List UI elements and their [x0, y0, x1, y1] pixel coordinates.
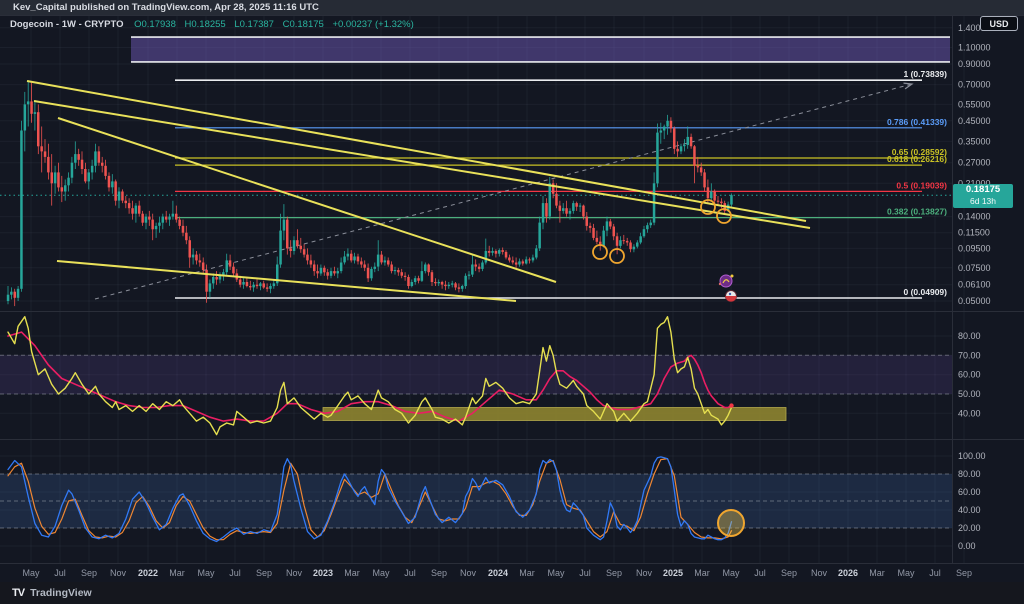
svg-text:0.09500: 0.09500 [958, 243, 991, 253]
svg-text:1.10000: 1.10000 [958, 43, 991, 53]
symbol-legend: Dogecoin - 1W - CRYPTO O0.17938 H0.18255… [10, 19, 420, 30]
last-price-badge: 0.18175 6d 13h [953, 184, 1013, 208]
ohlc-low: L0.17387 [234, 19, 274, 30]
currency-toggle-button[interactable]: USD [980, 16, 1018, 31]
svg-text:80.00: 80.00 [958, 469, 981, 479]
svg-text:0.786 (0.41339): 0.786 (0.41339) [887, 117, 947, 127]
svg-text:Sep: Sep [956, 568, 972, 578]
svg-text:Mar: Mar [694, 568, 710, 578]
svg-text:May: May [897, 568, 915, 578]
svg-text:0.07500: 0.07500 [958, 263, 991, 273]
svg-text:Sep: Sep [606, 568, 622, 578]
svg-text:0.06100: 0.06100 [958, 280, 991, 290]
svg-text:50.00: 50.00 [958, 389, 981, 399]
svg-text:0.5 (0.19039): 0.5 (0.19039) [896, 180, 947, 190]
svg-text:Nov: Nov [110, 568, 127, 578]
svg-text:100.00: 100.00 [958, 451, 986, 461]
svg-text:Jul: Jul [754, 568, 766, 578]
svg-text:May: May [197, 568, 215, 578]
svg-text:60.00: 60.00 [958, 487, 981, 497]
svg-text:May: May [722, 568, 740, 578]
svg-text:Jul: Jul [929, 568, 941, 578]
publish-note: Kev_Capital published on TradingView.com… [13, 2, 319, 13]
svg-text:0.35000: 0.35000 [958, 136, 991, 146]
svg-text:2025: 2025 [663, 568, 683, 578]
svg-text:Nov: Nov [636, 568, 653, 578]
svg-text:Mar: Mar [519, 568, 535, 578]
publish-bar: Kev_Capital published on TradingView.com… [0, 0, 1024, 15]
tradingview-logo-text[interactable]: TradingView [30, 587, 92, 599]
svg-text:Mar: Mar [869, 568, 885, 578]
ohlc-open: O0.17938 [134, 19, 176, 30]
chart-canvas[interactable]: 1 (0.73839)0.786 (0.41339)0.65 (0.28592)… [0, 0, 1024, 604]
stochastic-pane [0, 457, 952, 542]
svg-text:0.00: 0.00 [958, 541, 976, 551]
svg-text:40.00: 40.00 [958, 505, 981, 515]
svg-text:Sep: Sep [256, 568, 272, 578]
resistance-zone-box[interactable] [131, 37, 950, 62]
svg-text:May: May [372, 568, 390, 578]
svg-text:Sep: Sep [431, 568, 447, 578]
svg-text:0.382 (0.13827): 0.382 (0.13827) [887, 207, 947, 217]
svg-text:60.00: 60.00 [958, 370, 981, 380]
svg-text:Jul: Jul [404, 568, 416, 578]
svg-text:0.27000: 0.27000 [958, 158, 991, 168]
svg-text:Mar: Mar [344, 568, 360, 578]
svg-text:0.14000: 0.14000 [958, 212, 991, 222]
ohlc-close: C0.18175 [283, 19, 324, 30]
ball-sticker-icon[interactable] [726, 291, 737, 302]
svg-text:80.00: 80.00 [958, 331, 981, 341]
symbol-title[interactable]: Dogecoin - 1W - CRYPTO [10, 19, 123, 30]
svg-text:Nov: Nov [460, 568, 477, 578]
svg-text:May: May [22, 568, 40, 578]
svg-text:0.618 (0.26216): 0.618 (0.26216) [887, 154, 947, 164]
svg-text:Jul: Jul [579, 568, 591, 578]
svg-text:0 (0.04909): 0 (0.04909) [904, 287, 948, 297]
svg-text:2026: 2026 [838, 568, 858, 578]
svg-text:20.00: 20.00 [958, 523, 981, 533]
svg-text:Jul: Jul [229, 568, 241, 578]
svg-text:0.11500: 0.11500 [958, 228, 990, 238]
svg-text:0.90000: 0.90000 [958, 59, 991, 69]
rsi-pane [0, 317, 952, 435]
price-axis-labels[interactable]: 1.400001.100000.900000.700000.550000.450… [958, 23, 991, 551]
footer-bar: TV TradingView [0, 582, 1024, 604]
time-axis-labels[interactable]: May Jul Sep Nov 2022 Mar May Jul Sep Nov 2023 Mar Ma… [22, 568, 972, 578]
ohlc-high: H0.18255 [185, 19, 226, 30]
svg-text:Mar: Mar [169, 568, 185, 578]
svg-text:0.70000: 0.70000 [958, 80, 991, 90]
svg-text:Sep: Sep [781, 568, 797, 578]
svg-text:2022: 2022 [138, 568, 158, 578]
last-price-value: 0.18175 [953, 184, 1013, 196]
bar-countdown: 6d 13h [953, 196, 1013, 206]
stoch-highlight-circle [718, 510, 744, 536]
svg-text:1 (0.73839): 1 (0.73839) [904, 69, 948, 79]
tradingview-chart-window: 1 (0.73839)0.786 (0.41339)0.65 (0.28592)… [0, 0, 1024, 604]
svg-text:0.45000: 0.45000 [958, 116, 991, 126]
svg-text:70.00: 70.00 [958, 350, 981, 360]
svg-text:2023: 2023 [313, 568, 333, 578]
svg-text:40.00: 40.00 [958, 408, 981, 418]
rsi-ma-end-dot [729, 403, 733, 407]
svg-text:Nov: Nov [286, 568, 303, 578]
change-value: +0.00237 (+1.32%) [332, 19, 413, 30]
svg-text:May: May [547, 568, 565, 578]
svg-text:Jul: Jul [54, 568, 66, 578]
tradingview-logo-icon[interactable]: TV [12, 587, 24, 599]
svg-text:Nov: Nov [811, 568, 828, 578]
svg-text:Sep: Sep [81, 568, 97, 578]
svg-text:2024: 2024 [488, 568, 508, 578]
svg-text:0.55000: 0.55000 [958, 99, 991, 109]
svg-text:0.05000: 0.05000 [958, 296, 991, 306]
